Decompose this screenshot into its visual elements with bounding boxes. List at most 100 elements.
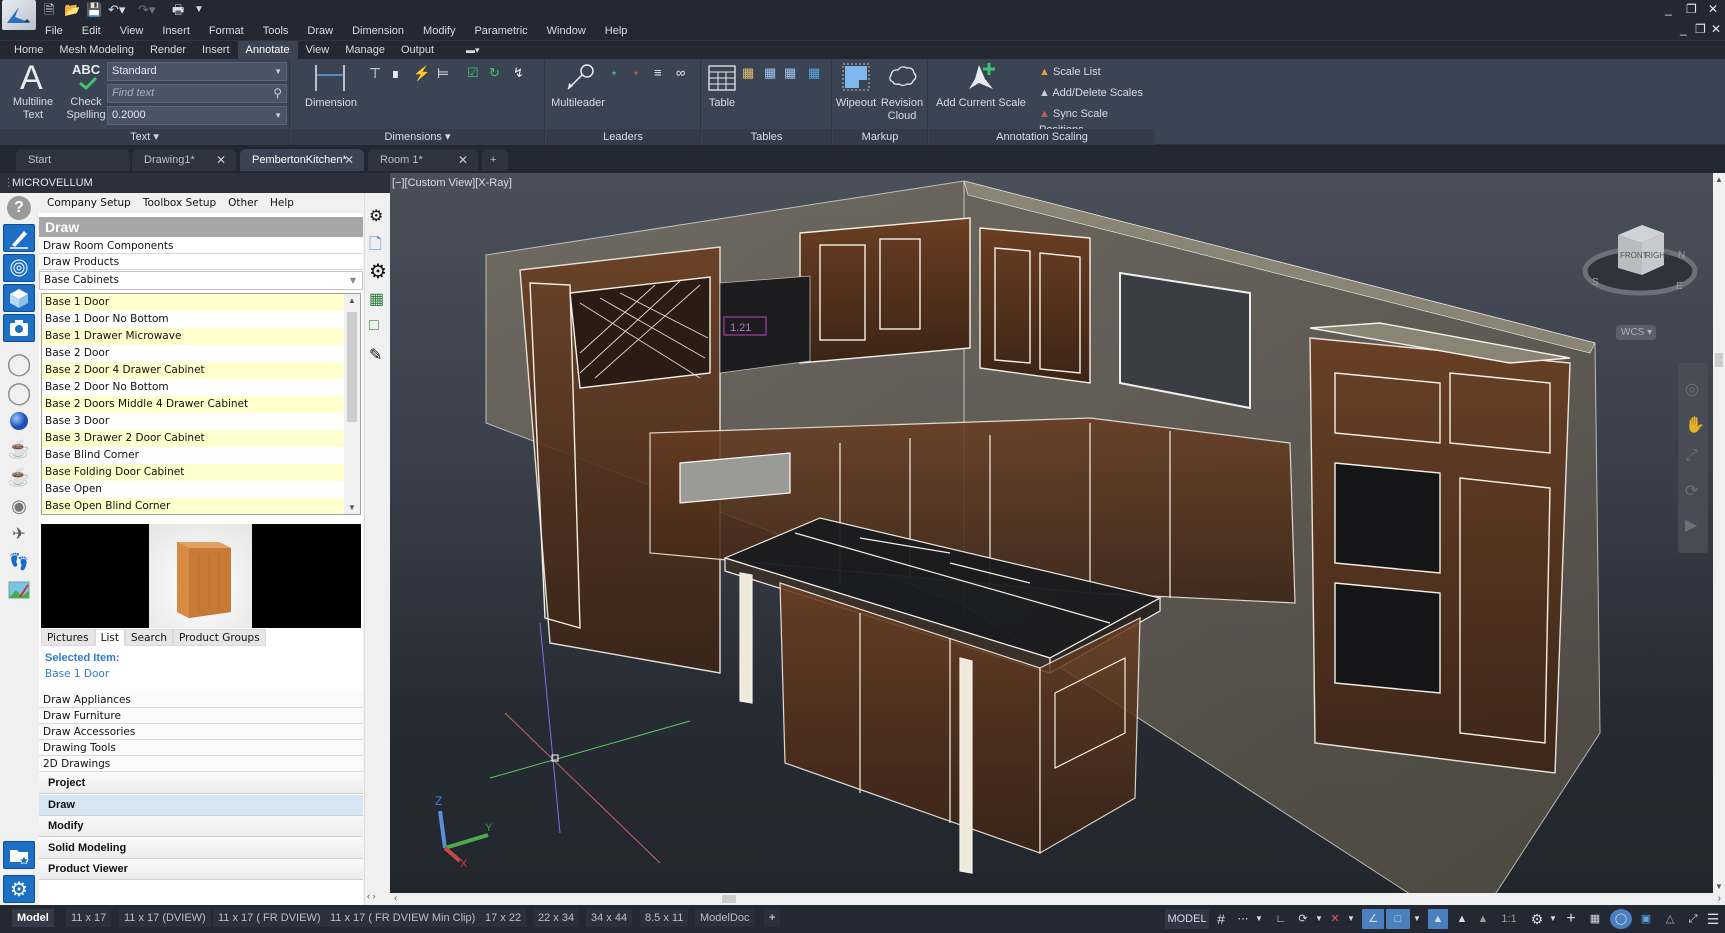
draw-appliances[interactable]: Draw Appliances [39, 692, 363, 708]
fingerprint-icon[interactable] [3, 254, 35, 282]
list-item[interactable]: Base 3 Door [42, 413, 344, 430]
list-item[interactable]: Base 2 Door [42, 345, 344, 362]
layout-tab[interactable]: 11 x 17 ( FR DVIEW) [213, 909, 326, 927]
add-layout-button[interactable]: + [764, 909, 781, 927]
object-snap-tracking-icon[interactable]: ∠ [1362, 909, 1384, 929]
close-icon[interactable]: ✕ [344, 149, 354, 171]
shaded-sphere-icon[interactable] [3, 407, 35, 435]
scroll-up-icon[interactable]: ▲ [348, 296, 356, 305]
remove-leader-icon[interactable]: ⋆ [632, 65, 648, 81]
multiline-text-button[interactable]: A Multiline Text [12, 59, 56, 123]
hardware-acceleration-icon[interactable]: ◯ [1610, 909, 1632, 929]
tab-output[interactable]: Output [393, 41, 442, 59]
tab-insert[interactable]: Insert [194, 41, 238, 59]
compass-n[interactable]: N [1678, 250, 1685, 261]
menu-format[interactable]: Format [209, 22, 255, 40]
steering-wheel-icon[interactable]: ◎ [1685, 379, 1699, 399]
check-spelling-button[interactable]: ABC Check Spelling [66, 59, 106, 123]
gear-large-icon[interactable]: ⚙ [369, 259, 387, 283]
chevron-down-icon[interactable]: ▼ [1346, 909, 1356, 929]
layout-tab[interactable]: 17 x 22 [480, 909, 527, 927]
wireframe-sphere-icon[interactable]: ◯ [3, 350, 35, 378]
draw-room-components[interactable]: Draw Room Components [39, 238, 363, 254]
scroll-left-icon[interactable]: ‹ [394, 893, 397, 904]
chevron-down-icon[interactable]: ▼ [1314, 909, 1324, 929]
annotation-scale-value[interactable]: 1:1 [1494, 909, 1524, 929]
showmotion-icon[interactable]: ▶ [1685, 515, 1697, 535]
grid-icon[interactable]: # [1212, 909, 1230, 929]
product-list-scrollbar[interactable]: ▲ ▼ [344, 294, 360, 514]
menu-toolbox-setup[interactable]: Toolbox Setup [143, 193, 216, 213]
layout-tab[interactable]: 8.5 x 11 [640, 909, 689, 927]
list-item[interactable]: Base 3 Drawer 2 Door Cabinet [42, 430, 344, 447]
tab-pictures[interactable]: Pictures [41, 629, 95, 646]
section-modify[interactable]: Modify [39, 816, 363, 837]
close-icon[interactable]: ✕ [216, 149, 226, 171]
settings-gear-icon[interactable]: ⚙ [3, 875, 35, 903]
properties-icon[interactable]: 🗋 [369, 233, 387, 253]
extract-data-icon[interactable]: ▦ [742, 65, 758, 81]
break-dimension-icon[interactable]: ⚡ [413, 65, 430, 81]
link-data-icon[interactable]: ▦ [808, 65, 824, 81]
layout-tab[interactable]: 34 x 44 [586, 909, 633, 927]
viewcube[interactable]: FRONT RIGHT S E N [1580, 213, 1700, 303]
object-snap-icon[interactable]: □ [1386, 909, 1410, 929]
menu-draw[interactable]: Draw [307, 22, 344, 40]
app-restore-button[interactable]: ❐ [1686, 2, 1697, 16]
tab-mesh-modeling[interactable]: Mesh Modeling [51, 41, 142, 59]
spreadsheet-icon[interactable]: ▦ [369, 289, 387, 308]
text-style-select[interactable]: Standard ▼ [107, 62, 287, 81]
adjust-space-icon[interactable]: ⊨ [437, 65, 453, 81]
grip-icon[interactable]: ⋮ [3, 173, 14, 193]
menu-insert[interactable]: Insert [162, 22, 201, 40]
teapot-list-icon[interactable]: ☕ [3, 463, 35, 491]
menu-help[interactable]: Help [270, 193, 294, 213]
menu-file[interactable]: File [45, 22, 74, 40]
tab-render[interactable]: Render [142, 41, 194, 59]
list-item[interactable]: Base Open [42, 481, 344, 498]
quick-properties-icon[interactable]: ▣ [1636, 909, 1656, 929]
viewport-horizontal-scrollbar[interactable]: ‹ › [390, 893, 1725, 905]
isolate-objects-icon[interactable]: ▦ [1586, 909, 1604, 929]
chevron-down-icon[interactable]: ▼ [1254, 909, 1264, 929]
scroll-down-icon[interactable]: ▼ [348, 503, 356, 512]
orbit-icon[interactable]: ⟳ [1685, 481, 1698, 501]
multileader-button[interactable]: Multileader [550, 59, 606, 123]
download-data-icon[interactable]: ▦ [764, 65, 780, 81]
tab-manage[interactable]: Manage [337, 41, 393, 59]
tables-panel-title[interactable]: Tables [702, 129, 831, 145]
collect-leaders-icon[interactable]: ∞ [676, 65, 692, 81]
scroll-down-icon[interactable]: ▼ [1715, 882, 1723, 891]
annotation-visibility-icon[interactable]: ▲ [1428, 909, 1448, 929]
layout-tab[interactable]: 11 x 17 (DVIEW) [119, 909, 211, 927]
dimension-button[interactable]: Dimension [301, 59, 361, 123]
scrollbar-thumb[interactable] [1715, 353, 1723, 367]
table-button[interactable]: Table [702, 59, 742, 123]
open-icon[interactable]: 📂 [64, 2, 80, 18]
layout-tab[interactable]: ModelDoc [695, 909, 755, 927]
isodraft-icon[interactable]: ✕ [1326, 909, 1344, 929]
ortho-icon[interactable]: ∟ [1272, 909, 1290, 929]
list-item[interactable]: Base 1 Door [42, 294, 344, 311]
auto-scale-icon[interactable]: ▲ [1452, 909, 1472, 929]
inspect-dimension-icon[interactable]: ☑ [467, 65, 483, 81]
viewport-vertical-scrollbar[interactable]: ▲ ▼ [1713, 173, 1725, 893]
menu-view[interactable]: View [120, 22, 155, 40]
cube-icon[interactable] [3, 284, 35, 312]
sync-scale-positions-button[interactable]: ▲ Sync Scale Positions [1039, 106, 1155, 136]
app-close-button[interactable]: ✕ [1708, 2, 1718, 16]
section-draw[interactable]: Draw [39, 795, 363, 816]
sphere-list-icon[interactable]: ◉ [3, 492, 35, 520]
menu-modify[interactable]: Modify [423, 22, 466, 40]
text-height-select[interactable]: 0.2000 ▼ [107, 106, 287, 125]
annotation-scale-icon[interactable]: ▲ [1474, 909, 1492, 929]
tab-annotate[interactable]: Annotate [237, 41, 298, 59]
close-icon[interactable]: ✕ [458, 149, 468, 171]
tab-product-groups[interactable]: Product Groups [173, 629, 266, 646]
wipeout-button[interactable]: Wipeout [833, 59, 879, 123]
draw-products[interactable]: Draw Products [39, 254, 363, 270]
menu-dimension[interactable]: Dimension [352, 22, 415, 40]
quick-dimension-icon[interactable]: ⊤ [369, 65, 385, 81]
plot-icon[interactable]: 🖶 [172, 2, 184, 18]
chevron-down-icon[interactable]: ▼ [1412, 909, 1422, 929]
